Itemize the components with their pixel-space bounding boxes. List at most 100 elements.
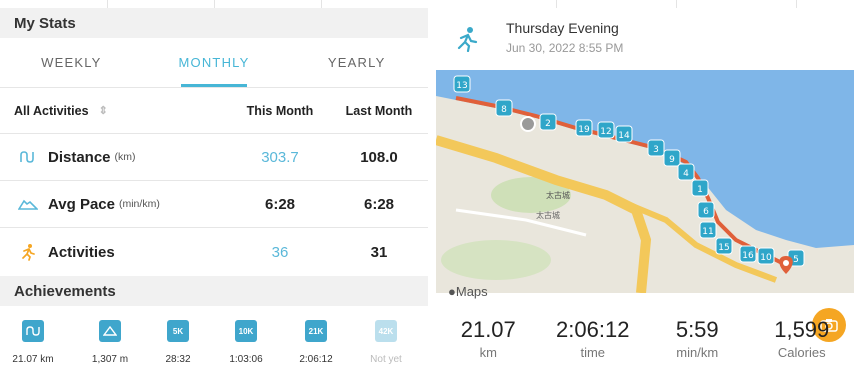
end-pin-dot [783, 260, 789, 266]
distance-this-month[interactable]: 303.7 [230, 149, 330, 166]
achievement-21k[interactable]: 21K 2:06:12 [286, 320, 346, 365]
svg-text:15: 15 [718, 243, 729, 253]
top-strip [436, 0, 854, 8]
badge-value: 21.07 km [12, 354, 54, 365]
column-last-month: Last Month [345, 103, 413, 118]
distance-label: Distance [48, 148, 111, 166]
runner-icon [456, 26, 478, 57]
my-stats-title: My Stats [14, 14, 76, 32]
activity-title: Thursday Evening [506, 20, 619, 36]
10k-badge-icon: 10K [235, 320, 257, 342]
km-marker: 12 [597, 121, 615, 139]
summary-value: 2:06:12 [556, 317, 630, 342]
achievement-5k[interactable]: 5K 28:32 [148, 320, 208, 365]
achievement-elevation[interactable]: 1,307 m [80, 320, 140, 365]
start-marker [520, 116, 536, 132]
tab-yearly[interactable]: YEARLY [285, 38, 428, 87]
km-marker: 14 [615, 125, 633, 143]
distance-last-month: 108.0 [360, 148, 398, 166]
top-strip [0, 0, 428, 8]
summary-value: 5:59 [675, 317, 719, 342]
km-marker: 6 [697, 201, 715, 219]
my-stats-header: My Stats [0, 8, 428, 38]
km-marker: 15 [715, 237, 733, 255]
svg-text:13: 13 [456, 81, 467, 91]
avg-pace-label: Avg Pace [48, 195, 115, 213]
stats-row-avg-pace[interactable]: Avg Pace (min/km) 6:28 6:28 [0, 181, 428, 228]
route-map[interactable]: 太古城 太古城 13 8 2 19 12 14 3 9 4 1 6 11 15 … [436, 70, 854, 342]
summary-distance: 21.07 km [436, 293, 541, 367]
svg-text:9: 9 [669, 155, 675, 165]
km-marker: 3 [647, 139, 665, 157]
activity-filter-dropdown[interactable]: All Activities ⇕ [0, 104, 230, 118]
activity-panel: Thursday Evening Jun 30, 2022 8:55 PM 太古… [436, 0, 854, 367]
badge-value: 1,307 m [91, 354, 129, 365]
place-label: 太古城 [536, 210, 560, 220]
activity-datetime: Jun 30, 2022 8:55 PM [506, 41, 624, 55]
distance-badge-icon [22, 320, 44, 342]
svg-text:16: 16 [742, 251, 754, 261]
km-marker: 9 [663, 149, 681, 167]
activity-summary: 21.07 km 2:06:12 time 5:59 min/km 1,599 … [436, 293, 854, 367]
shoe-icon [18, 194, 38, 214]
place-label: 太古城 [546, 190, 570, 200]
summary-pace: 5:59 min/km [645, 293, 750, 367]
svg-text:8: 8 [501, 105, 507, 115]
filter-label: All Activities [14, 103, 89, 118]
svg-text:14: 14 [618, 131, 630, 141]
distance-unit: (km) [114, 151, 136, 163]
activities-last-month: 31 [370, 243, 388, 261]
achievements-title: Achievements [14, 282, 116, 300]
stats-row-activities[interactable]: Activities 36 31 [0, 228, 428, 276]
achievements-header: Achievements [0, 276, 428, 306]
km-marker: 11 [699, 221, 717, 239]
badge-value: 28:32 [165, 354, 191, 365]
svg-text:19: 19 [578, 125, 590, 135]
summary-label: km [479, 345, 497, 360]
runner-icon [18, 242, 38, 262]
achievement-distance[interactable]: 21.07 km [3, 320, 63, 365]
km-marker: 10 [757, 247, 775, 265]
avg-pace-this-month: 6:28 [264, 195, 296, 213]
21k-badge-icon: 21K [305, 320, 327, 342]
park-area [441, 240, 551, 280]
summary-label: time [580, 345, 606, 360]
summary-value: 21.07 [460, 317, 516, 342]
activity-header[interactable]: Thursday Evening Jun 30, 2022 8:55 PM [436, 8, 854, 70]
summary-value: 1,599 [774, 317, 830, 342]
activities-label: Activities [48, 243, 115, 261]
stats-row-distance[interactable]: Distance (km) 303.7 108.0 [0, 134, 428, 181]
badge-value: 2:06:12 [299, 354, 333, 365]
km-marker: 19 [575, 119, 593, 137]
km-marker: 2 [539, 113, 557, 131]
stats-table-header: All Activities ⇕ This Month Last Month [0, 88, 428, 134]
elevation-badge-icon [99, 320, 121, 342]
achievement-42k[interactable]: 42K Not yet [356, 320, 416, 365]
up-down-icon: ⇕ [98, 105, 108, 117]
tab-weekly[interactable]: WEEKLY [0, 38, 143, 87]
svg-text:2: 2 [545, 119, 551, 129]
map-canvas: 太古城 太古城 13 8 2 19 12 14 3 9 4 1 6 11 15 … [436, 70, 854, 294]
column-this-month: This Month [246, 103, 314, 118]
svg-text:10: 10 [760, 253, 772, 263]
km-marker: 4 [677, 163, 695, 181]
svg-text:4: 4 [683, 169, 689, 179]
achievement-10k[interactable]: 10K 1:03:06 [216, 320, 276, 365]
activities-this-month[interactable]: 36 [230, 244, 330, 261]
achievement-badges: 21.07 km 1,307 m 5K 28:32 10K 1:03:06 21… [0, 306, 428, 367]
km-marker: 16 [739, 245, 757, 263]
km-marker: 13 [453, 75, 471, 93]
svg-text:6: 6 [703, 207, 709, 217]
locked-badge-icon: 42K [375, 320, 397, 342]
stats-panel: My Stats WEEKLY MONTHLY YEARLY All Activ… [0, 0, 428, 367]
svg-text:11: 11 [702, 227, 713, 237]
summary-time: 2:06:12 time [541, 293, 646, 367]
period-tabs: WEEKLY MONTHLY YEARLY [0, 38, 428, 88]
svg-text:3: 3 [653, 145, 659, 155]
badge-value: 1:03:06 [229, 354, 263, 365]
tab-monthly[interactable]: MONTHLY [143, 38, 286, 87]
avg-pace-last-month: 6:28 [363, 195, 395, 213]
km-marker: 1 [691, 179, 709, 197]
5k-badge-icon: 5K [167, 320, 189, 342]
km-marker: 8 [495, 99, 513, 117]
